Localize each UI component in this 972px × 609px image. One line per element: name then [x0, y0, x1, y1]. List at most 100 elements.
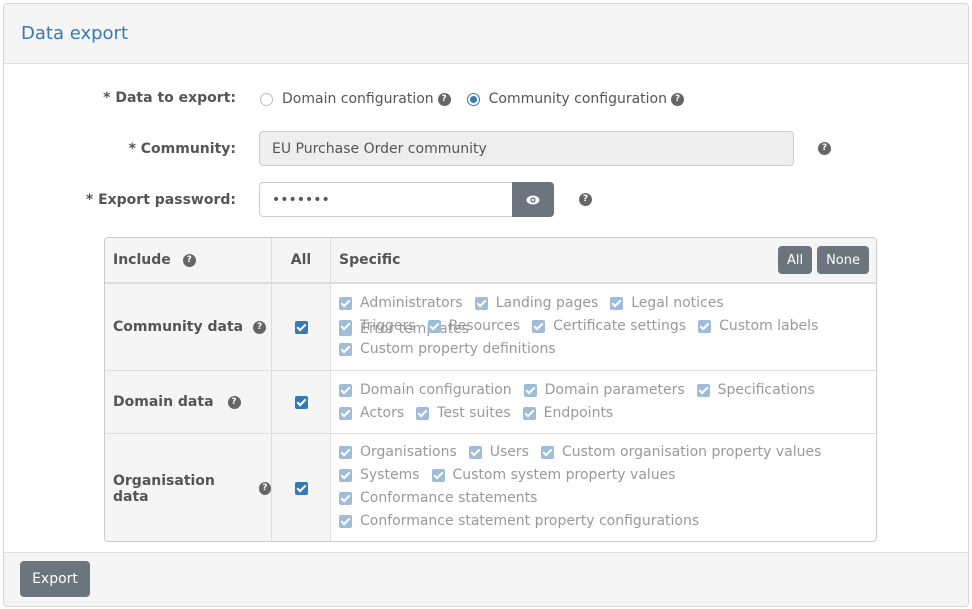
option-checkbox[interactable]	[416, 407, 430, 420]
option-item[interactable]: Custom system property values	[431, 464, 676, 487]
option-checkbox[interactable]	[431, 469, 445, 482]
radio-community-configuration[interactable]	[466, 92, 480, 106]
option-checkbox[interactable]	[339, 384, 352, 397]
option-label: Actors	[360, 405, 405, 421]
option-checkbox[interactable]	[427, 320, 441, 333]
export-password-label: * Export password:	[85, 192, 236, 208]
option-label: Custom system property values	[452, 467, 676, 483]
option-label: Administrators	[360, 295, 463, 311]
help-icon[interactable]: ?	[227, 395, 241, 409]
option-item[interactable]: Landing pages	[474, 292, 598, 315]
help-icon[interactable]: ?	[818, 142, 831, 155]
all-checkbox-cell	[272, 284, 331, 370]
option-item[interactable]: Domain parameters	[523, 379, 685, 402]
option-label: Custom property definitions	[360, 341, 556, 357]
option-item[interactable]: Users	[468, 441, 529, 464]
option-item[interactable]: Conformance statements	[339, 487, 537, 510]
option-label: Domain configuration	[360, 382, 512, 398]
option-checkbox[interactable]	[698, 320, 712, 333]
option-checkbox[interactable]	[610, 297, 624, 310]
option-item[interactable]: Endpoints	[522, 402, 614, 425]
community-field: EU Purchase Order community	[259, 131, 794, 166]
all-checkbox-domain[interactable]	[294, 395, 308, 409]
community-label: * Community:	[128, 141, 236, 157]
option-item[interactable]: Conformance statement property configura…	[339, 510, 699, 533]
option-label: Custom labels	[719, 318, 819, 334]
help-icon[interactable]: ?	[437, 92, 451, 106]
option-item[interactable]: Certificate settings	[532, 315, 686, 338]
option-item[interactable]: Custom labels	[698, 315, 818, 338]
option-item[interactable]: Resources	[427, 315, 521, 338]
option-item[interactable]: Test suites	[416, 402, 511, 425]
panel-title: Data export	[21, 23, 129, 44]
option-label: Triggers	[360, 318, 416, 334]
option-checkbox[interactable]	[696, 384, 710, 397]
option-checkbox[interactable]	[540, 446, 554, 459]
all-checkbox-community[interactable]	[294, 320, 308, 334]
help-icon[interactable]: ?	[258, 482, 271, 495]
option-item[interactable]: Administrators	[339, 292, 463, 315]
option-checkbox[interactable]	[339, 515, 352, 528]
option-checkbox[interactable]	[523, 384, 537, 397]
option-checkbox[interactable]	[339, 446, 352, 459]
table-row-community-data: Community data ? Administrators Landing p…	[105, 284, 876, 371]
all-checkbox-cell	[272, 434, 331, 541]
option-checkbox[interactable]	[339, 407, 352, 420]
export-button[interactable]: Export	[20, 561, 90, 597]
all-checkbox-organisation[interactable]	[294, 482, 308, 495]
panel-footer: Export	[4, 552, 968, 606]
option-label: Conformance statements	[360, 490, 538, 506]
row-label-cell: Domain data ?	[105, 371, 272, 433]
option-label: Test suites	[437, 405, 511, 421]
option-label: Specifications	[717, 382, 815, 398]
select-all-button[interactable]: All	[777, 246, 813, 274]
export-password-input[interactable]: •••••••	[259, 182, 514, 217]
option-label: Conformance statement property configura…	[360, 513, 700, 529]
help-icon[interactable]: ?	[671, 92, 684, 106]
toggle-password-visibility-button[interactable]	[512, 182, 554, 217]
export-password-value: •••••••	[272, 191, 330, 208]
data-to-export-label: * Data to export:	[103, 90, 236, 106]
option-checkbox[interactable]	[474, 297, 488, 310]
all-header: All	[272, 238, 331, 282]
option-label: Users	[489, 444, 529, 460]
specific-options: Organisations Users Custom organisation pr…	[331, 434, 876, 541]
include-header-label: Include	[113, 252, 171, 268]
option-checkbox[interactable]	[339, 297, 352, 310]
option-item[interactable]: Custom property definitions	[339, 338, 556, 361]
help-icon[interactable]: ?	[253, 320, 267, 334]
option-checkbox[interactable]	[339, 320, 352, 333]
option-item[interactable]: Domain configuration	[339, 379, 512, 402]
row-label: Domain data	[113, 394, 214, 410]
radio-domain-configuration-label[interactable]: Domain configuration	[282, 91, 434, 107]
select-none-button[interactable]: None	[817, 246, 869, 274]
option-checkbox[interactable]	[522, 407, 536, 420]
help-icon[interactable]: ?	[579, 193, 592, 206]
help-icon[interactable]: ?	[182, 253, 196, 267]
option-checkbox[interactable]	[339, 492, 352, 505]
radio-community-configuration-label[interactable]: Community configuration	[489, 91, 667, 107]
option-checkbox[interactable]	[468, 446, 482, 459]
option-label: Endpoints	[543, 405, 614, 421]
all-checkbox-cell	[272, 371, 331, 433]
option-item[interactable]: Systems	[339, 464, 420, 487]
option-item[interactable]: Organisations	[339, 441, 457, 464]
option-checkbox[interactable]	[532, 320, 546, 333]
option-item[interactable]: Legal notices	[610, 292, 724, 315]
row-label-cell: Community data ?	[105, 284, 272, 370]
option-item[interactable]: Custom organisation property values	[540, 441, 822, 464]
option-label: Certificate settings	[553, 318, 687, 334]
option-label: Resources	[448, 318, 521, 334]
option-label: Organisations	[360, 444, 457, 460]
table-row-domain-data: Domain data ? Domain configuration Domain…	[105, 371, 876, 434]
option-item[interactable]: Actors	[339, 402, 404, 425]
row-label: Community data	[113, 319, 244, 335]
include-header: Include ?	[105, 238, 272, 282]
row-label: Organisation data	[113, 472, 215, 505]
radio-domain-configuration[interactable]	[260, 92, 273, 106]
option-checkbox[interactable]	[339, 469, 352, 482]
option-item[interactable]: Specifications	[696, 379, 815, 402]
option-checkbox[interactable]	[339, 343, 352, 356]
specific-header: Specific All None	[331, 238, 876, 282]
option-label: Custom organisation property values	[561, 444, 822, 460]
